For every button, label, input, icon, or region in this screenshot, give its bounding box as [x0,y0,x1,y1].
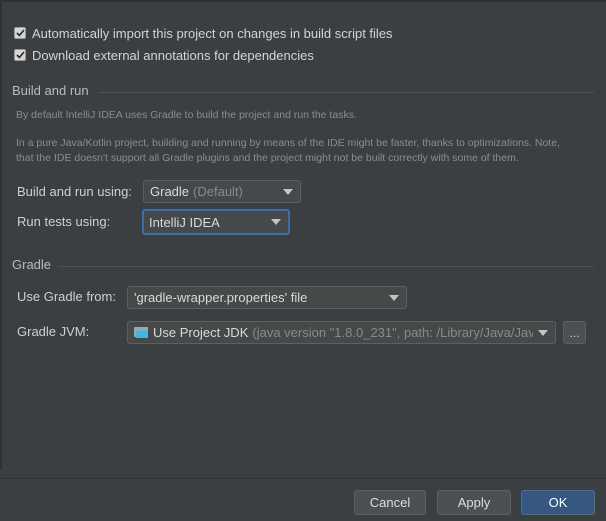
build-and-run-title: Build and run [12,83,89,98]
use-gradle-from-value: 'gradle-wrapper.properties' file [134,290,308,305]
left-border [0,0,2,470]
checkmark-icon [15,29,25,37]
gradle-jvm-label: Gradle JVM: [17,324,90,339]
auto-import-label: Automatically import this project on cha… [32,25,393,41]
gradle-settings-panel: Automatically import this project on cha… [0,0,606,521]
auto-import-checkbox[interactable] [14,27,26,39]
build-and-run-using-label: Build and run using: [17,184,132,199]
gradle-section-title: Gradle [12,257,52,272]
build-and-run-using-dropdown[interactable]: Gradle (Default) [143,180,301,203]
download-annotations-label: Download external annotations for depend… [32,47,314,63]
browse-jvm-button[interactable]: ... [563,321,586,344]
chevron-down-icon [389,294,399,301]
build-and-run-description: By default IntelliJ IDEA uses Gradle to … [16,109,357,121]
chevron-down-icon [283,188,293,195]
download-annotations-checkbox-row[interactable]: Download external annotations for depend… [14,46,314,64]
ok-button[interactable]: OK [521,490,595,515]
gradle-jvm-value: Use Project JDK [153,325,249,340]
build-and-run-note-line1: In a pure Java/Kotlin project, building … [16,137,560,149]
gradle-jvm-dropdown[interactable]: Use Project JDK (java version "1.8.0_231… [127,321,556,344]
cancel-button[interactable]: Cancel [354,490,426,515]
gradle-section-divider [58,266,594,267]
top-border [0,0,606,2]
apply-button[interactable]: Apply [437,490,511,515]
run-tests-using-value: IntelliJ IDEA [149,214,220,230]
build-and-run-using-value: Gradle [150,184,190,199]
use-gradle-from-label: Use Gradle from: [17,289,116,304]
build-and-run-note-line2: that the IDE doesn't support all Gradle … [16,152,519,164]
gradle-jvm-hint: (java version "1.8.0_231", path: /Librar… [252,325,555,340]
build-and-run-using-hint: (Default) [193,184,243,199]
auto-import-checkbox-row[interactable]: Automatically import this project on cha… [14,24,393,42]
build-and-run-divider [98,92,594,93]
run-tests-using-dropdown[interactable]: IntelliJ IDEA [142,209,290,235]
checkmark-icon [15,51,25,59]
download-annotations-checkbox[interactable] [14,49,26,61]
jdk-folder-icon [134,327,148,338]
use-gradle-from-dropdown[interactable]: 'gradle-wrapper.properties' file [127,286,407,309]
chevron-down-icon [538,329,548,336]
chevron-down-icon [271,219,281,225]
run-tests-using-label: Run tests using: [17,214,111,229]
footer-divider [0,478,606,479]
